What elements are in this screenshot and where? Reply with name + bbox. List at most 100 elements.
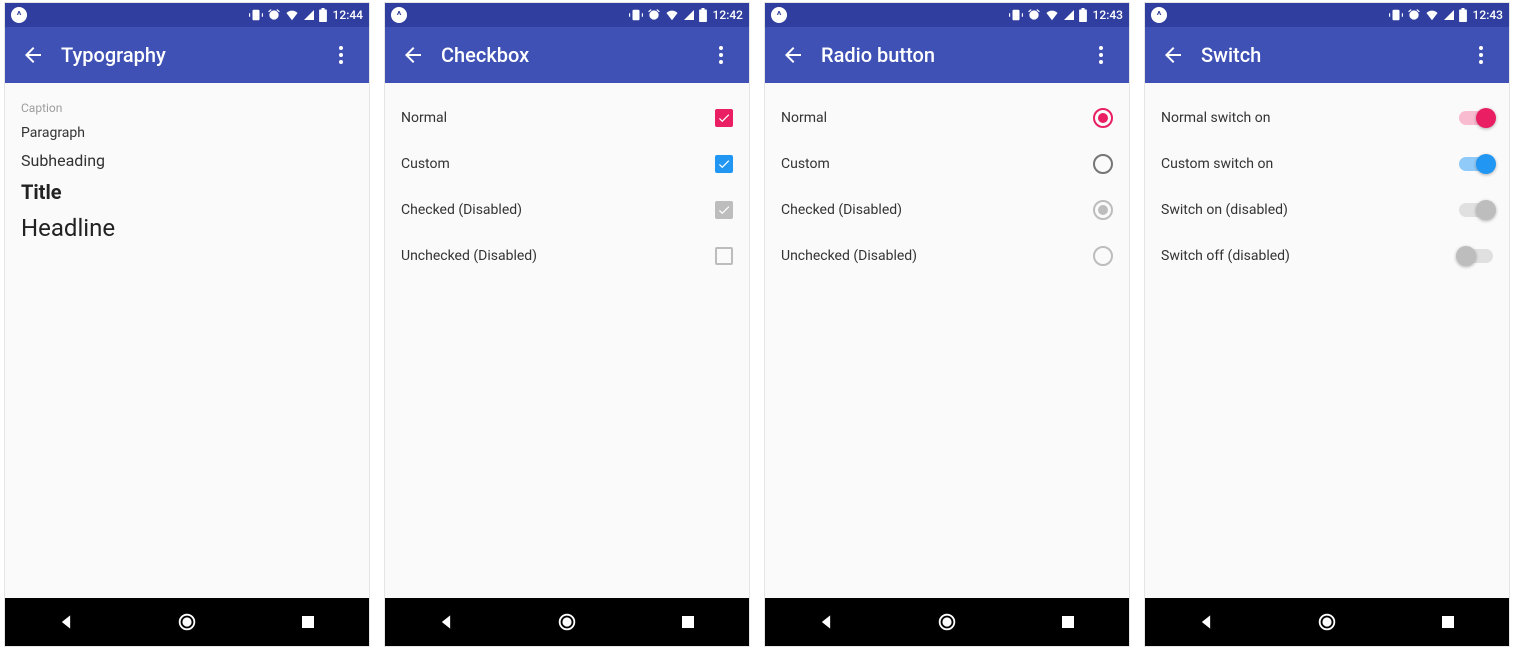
system-nav-bar xyxy=(5,598,369,646)
arrow-back-icon xyxy=(401,43,425,67)
app-bar-title: Checkbox xyxy=(441,43,701,67)
back-button[interactable] xyxy=(1149,31,1197,79)
wifi-icon xyxy=(1425,8,1439,22)
nav-recents-button[interactable] xyxy=(284,598,332,646)
phone-frame: ^12:43Radio button Normal Custom Checked (D… xyxy=(764,2,1130,647)
app-bar: Checkbox xyxy=(385,27,749,83)
circle-home-icon xyxy=(936,611,958,633)
phone-frame: ^12:43SwitchNormal switch onCustom switc… xyxy=(1144,2,1510,647)
back-button[interactable] xyxy=(769,31,817,79)
list-item[interactable]: Custom switch on xyxy=(1161,141,1493,187)
list-item: Switch on (disabled) xyxy=(1161,187,1493,233)
list-item: Unchecked (Disabled) xyxy=(781,233,1113,279)
overflow-menu-button[interactable] xyxy=(1081,31,1121,79)
checkbox[interactable] xyxy=(715,155,733,173)
switch[interactable] xyxy=(1459,111,1493,125)
list-item: Switch off (disabled) xyxy=(1161,233,1493,279)
nav-home-button[interactable] xyxy=(163,598,211,646)
arrow-back-icon xyxy=(1161,43,1185,67)
overflow-menu-button[interactable] xyxy=(1461,31,1501,79)
checkbox xyxy=(715,247,733,265)
system-nav-bar xyxy=(1145,598,1509,646)
list-item-label: Unchecked (Disabled) xyxy=(401,248,537,264)
nav-recents-button[interactable] xyxy=(664,598,712,646)
nav-home-button[interactable] xyxy=(1303,598,1351,646)
cell-signal-icon xyxy=(303,9,315,21)
list-item-label: Custom switch on xyxy=(1161,156,1273,172)
app-logo-icon: ^ xyxy=(771,7,787,23)
square-recents-icon xyxy=(299,613,317,631)
more-vert-icon xyxy=(709,43,733,67)
nav-back-button[interactable] xyxy=(422,598,470,646)
switch xyxy=(1459,249,1493,263)
nav-back-button[interactable] xyxy=(42,598,90,646)
list-item[interactable]: Custom xyxy=(401,141,733,187)
list-item-label: Checked (Disabled) xyxy=(781,202,902,218)
radio-button[interactable] xyxy=(1093,154,1113,174)
list-item[interactable]: Normal xyxy=(401,95,733,141)
overflow-menu-button[interactable] xyxy=(321,31,361,79)
nav-recents-button[interactable] xyxy=(1044,598,1092,646)
cell-signal-icon xyxy=(683,9,695,21)
wifi-icon xyxy=(1045,8,1059,22)
nav-back-button[interactable] xyxy=(802,598,850,646)
nav-home-button[interactable] xyxy=(543,598,591,646)
nav-back-button[interactable] xyxy=(1182,598,1230,646)
typography-subhead: Subheading xyxy=(21,151,353,170)
checkbox xyxy=(715,201,733,219)
switch[interactable] xyxy=(1459,157,1493,171)
list-item-label: Normal xyxy=(781,110,827,126)
system-nav-bar xyxy=(385,598,749,646)
status-bar: ^12:43 xyxy=(765,3,1129,27)
wifi-icon xyxy=(665,8,679,22)
check-icon xyxy=(717,157,731,171)
nav-recents-button[interactable] xyxy=(1424,598,1472,646)
vibrate-icon xyxy=(249,8,263,22)
list-item[interactable]: Custom xyxy=(781,141,1113,187)
triangle-back-icon xyxy=(1196,612,1216,632)
app-bar: Radio button xyxy=(765,27,1129,83)
circle-home-icon xyxy=(176,611,198,633)
arrow-back-icon xyxy=(781,43,805,67)
more-vert-icon xyxy=(1089,43,1113,67)
square-recents-icon xyxy=(679,613,697,631)
typography-paragraph: Paragraph xyxy=(21,125,353,141)
switch xyxy=(1459,203,1493,217)
check-icon xyxy=(717,111,731,125)
list-item-label: Unchecked (Disabled) xyxy=(781,248,917,264)
app-logo-icon: ^ xyxy=(1151,7,1167,23)
status-bar: ^12:43 xyxy=(1145,3,1509,27)
more-vert-icon xyxy=(329,43,353,67)
list-item-label: Checked (Disabled) xyxy=(401,202,522,218)
list-item[interactable]: Normal xyxy=(781,95,1113,141)
radio-button[interactable] xyxy=(1093,108,1113,128)
list-item-label: Normal switch on xyxy=(1161,110,1270,126)
status-bar: ^12:42 xyxy=(385,3,749,27)
alarm-icon xyxy=(647,8,661,22)
list-item[interactable]: Normal switch on xyxy=(1161,95,1493,141)
arrow-back-icon xyxy=(21,43,45,67)
nav-home-button[interactable] xyxy=(923,598,971,646)
radio-dot-icon xyxy=(1098,113,1108,123)
back-button[interactable] xyxy=(9,31,57,79)
battery-icon xyxy=(319,8,327,22)
vibrate-icon xyxy=(1389,8,1403,22)
list-item-label: Custom xyxy=(781,156,830,172)
checkbox[interactable] xyxy=(715,109,733,127)
alarm-icon xyxy=(267,8,281,22)
back-button[interactable] xyxy=(389,31,437,79)
cell-signal-icon xyxy=(1063,9,1075,21)
app-logo-icon: ^ xyxy=(11,7,27,23)
battery-icon xyxy=(1459,8,1467,22)
phone-frame: ^12:42 Checkbox Normal Custom Checked (Disab… xyxy=(384,2,750,647)
list-item-label: Custom xyxy=(401,156,450,172)
triangle-back-icon xyxy=(816,612,836,632)
switch-thumb xyxy=(1476,108,1496,128)
status-time: 12:42 xyxy=(713,8,743,22)
list-item: Checked (Disabled) xyxy=(781,187,1113,233)
switch-thumb xyxy=(1476,200,1496,220)
overflow-menu-button[interactable] xyxy=(701,31,741,79)
triangle-back-icon xyxy=(56,612,76,632)
content-area: Normal Custom Checked (Disabled) Unchecked … xyxy=(765,83,1129,598)
radio-button xyxy=(1093,200,1113,220)
